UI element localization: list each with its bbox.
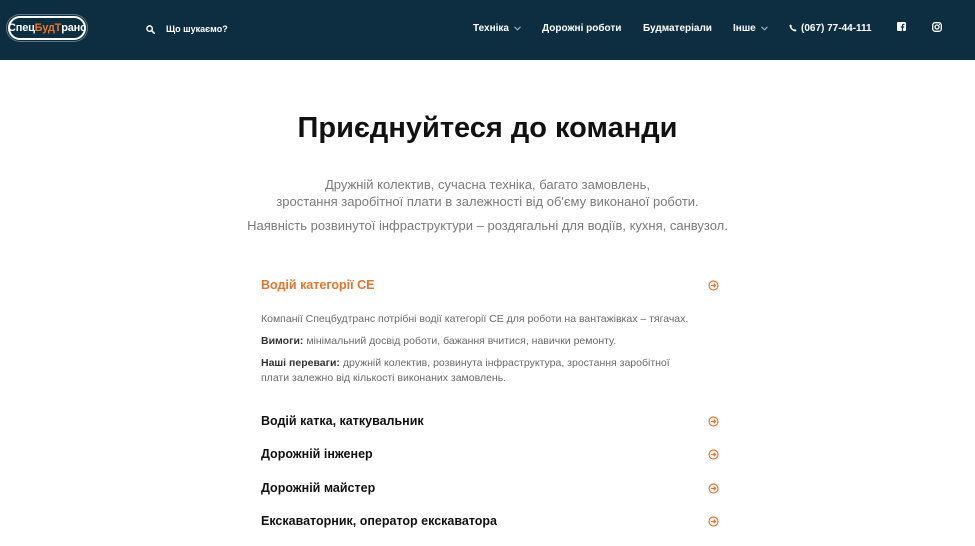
advantages-text-line1: дружній колектив, розвинута інфраструкту… <box>339 357 670 369</box>
vacancy-item-excavator-operator: Екскаваторник, оператор екскаватора <box>261 513 719 529</box>
intro-text-line3: Наявність розвинутої інфраструктури – ро… <box>247 218 728 233</box>
logo-text-1: Спец <box>8 22 35 34</box>
vacancy-header-roller-driver[interactable]: Водій катка, каткувальник <box>261 413 719 429</box>
search-label: Що шукаємо? <box>166 24 228 34</box>
phone-link[interactable]: (067) 77-44-111 <box>789 20 872 36</box>
chevron-down-icon <box>760 25 768 31</box>
requirements-label: Вимоги: <box>261 335 304 347</box>
vacancy-advantages: Наші переваги: дружній колектив, розвину… <box>261 356 719 386</box>
nav-tekhnika[interactable]: Техніка <box>473 20 521 36</box>
arrow-circle-right-icon <box>708 515 719 527</box>
vacancy-header-excavator-operator[interactable]: Екскаваторник, оператор екскаватора <box>261 513 719 529</box>
arrow-circle-right-icon <box>708 482 719 494</box>
logo-text-4: ранс <box>61 22 87 34</box>
nav-inshe[interactable]: Інше <box>733 20 768 36</box>
arrow-circle-right-icon <box>708 448 719 460</box>
logo[interactable]: Спец Буд Транс <box>8 16 86 40</box>
nav-dorozhni-roboty-label: Дорожні роботи <box>542 22 622 34</box>
search-icon <box>146 24 155 34</box>
phone-icon <box>789 24 797 32</box>
requirements-text: мінімальний досвід роботи, бажання вчити… <box>303 335 617 347</box>
intro-text-line1: Дружній колектив, сучасна техніка, багат… <box>325 177 650 192</box>
chevron-down-icon <box>514 25 521 31</box>
nav-budmaterialy[interactable]: Будматеріали <box>643 20 712 36</box>
vacancy-requirements: Вимоги: мінімальний досвід роботи, бажан… <box>261 334 719 349</box>
nav-inshe-label: Інше <box>733 22 756 34</box>
intro-text-line2: зростання заробітної плати в залежності … <box>276 194 699 209</box>
logo-text-2: Буд <box>34 22 55 34</box>
nav-tekhnika-label: Техніка <box>473 22 509 34</box>
vacancy-title: Водій категорії СЕ <box>261 278 375 292</box>
vacancy-title: Дорожній майстер <box>261 481 376 495</box>
page-title: Приєднуйтеся до команди <box>297 112 678 144</box>
vacancy-details-driver-ce: Компанії Спецбудтранс потрібні водії кат… <box>261 312 719 327</box>
vacancy-item-roller-driver: Водій катка, каткувальник <box>261 413 719 429</box>
vacancy-header-road-foreman[interactable]: Дорожній майстер <box>261 480 719 496</box>
vacancy-item-driver-ce: Водій категорії СЕ <box>261 277 719 293</box>
vacancy-title: Водій катка, каткувальник <box>261 414 424 428</box>
arrow-circle-right-icon <box>708 279 719 291</box>
vacancy-header-driver-ce[interactable]: Водій категорії СЕ <box>261 277 719 293</box>
vacancy-header-road-engineer[interactable]: Дорожній інженер <box>261 446 719 462</box>
vacancy-item-road-engineer: Дорожній інженер <box>261 446 719 462</box>
site-header: Спец Буд Транс Що шукаємо? Техніка Дорожні… <box>0 0 975 60</box>
phone-number: (067) 77-44-111 <box>801 22 872 34</box>
nav-budmaterialy-label: Будматеріали <box>643 22 712 34</box>
advantages-label: Наші переваги: <box>261 357 340 369</box>
instagram-icon[interactable] <box>932 22 942 32</box>
nav-dorozhni-roboty[interactable]: Дорожні роботи <box>542 20 621 36</box>
vacancy-description: Компанії Спецбудтранс потрібні водії кат… <box>261 313 689 325</box>
arrow-circle-right-icon <box>708 415 719 427</box>
search-trigger[interactable]: Що шукаємо? <box>146 21 228 37</box>
advantages-text-line2: плати залежно від кількості виконаних за… <box>261 372 507 384</box>
vacancy-title: Дорожній інженер <box>261 447 373 461</box>
vacancy-item-road-foreman: Дорожній майстер <box>261 480 719 496</box>
facebook-icon[interactable] <box>897 22 906 31</box>
vacancy-title: Екскаваторник, оператор екскаватора <box>261 514 498 528</box>
